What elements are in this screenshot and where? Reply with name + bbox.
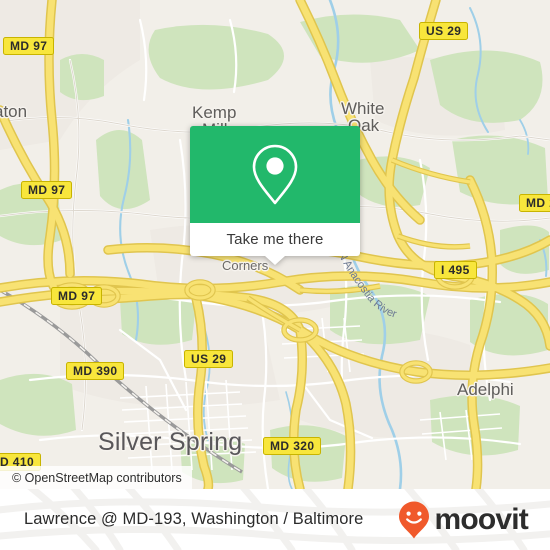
map-attribution-bar: © OpenStreetMap contributors — [0, 466, 192, 489]
shield-md-97-nw[interactable]: MD 97 — [3, 37, 55, 56]
shield-md-97-sw[interactable]: MD 97 — [51, 287, 103, 306]
take-me-there-label: Take me there — [226, 231, 324, 248]
station-popup-card[interactable]: Take me there — [190, 126, 360, 265]
moovit-logo[interactable]: moovit — [397, 500, 536, 540]
location-pin-icon — [252, 144, 298, 204]
shield-us-29-ne[interactable]: US 29 — [419, 22, 469, 41]
shield-md-390[interactable]: MD 390 — [66, 362, 125, 381]
map-canvas[interactable]: N Anacostia River aton Kemp Mill White O… — [0, 0, 550, 489]
moovit-station-map-screenshot: N Anacostia River aton Kemp Mill White O… — [0, 0, 550, 550]
popup-tail-pointer — [265, 256, 285, 265]
moovit-wordmark: moovit — [434, 502, 528, 536]
station-title: Lawrence @ MD-193, Washington / Baltimor… — [24, 510, 364, 528]
shield-md-97-w[interactable]: MD 97 — [21, 181, 73, 200]
footer-bar: Lawrence @ MD-193, Washington / Baltimor… — [0, 489, 550, 550]
take-me-there-button[interactable]: Take me there — [190, 223, 360, 256]
shield-md-2-e[interactable]: MD 2 — [519, 194, 550, 213]
shield-i-495[interactable]: I 495 — [434, 261, 477, 280]
shield-md-320[interactable]: MD 320 — [263, 437, 322, 456]
popup-pin-panel — [190, 126, 360, 223]
shield-us-29-s[interactable]: US 29 — [184, 350, 234, 369]
moovit-smiley-pin-icon — [399, 501, 430, 538]
attribution-text[interactable]: © OpenStreetMap contributors — [12, 471, 182, 485]
